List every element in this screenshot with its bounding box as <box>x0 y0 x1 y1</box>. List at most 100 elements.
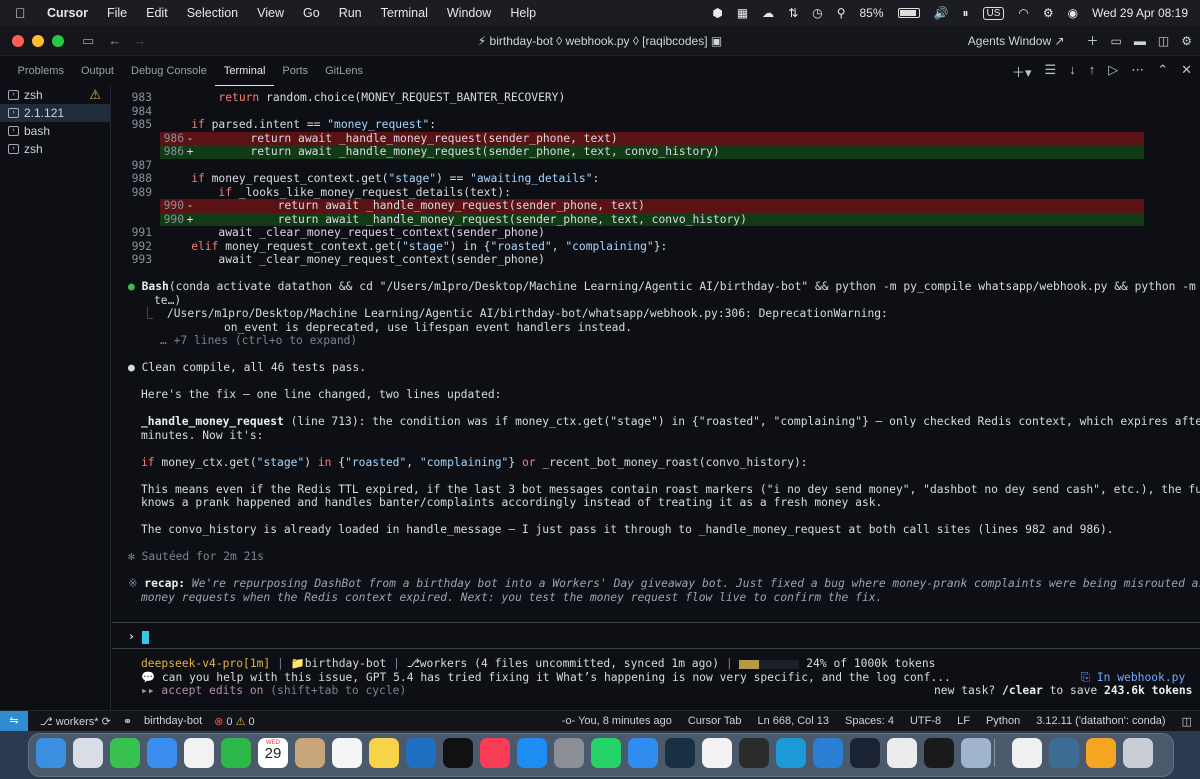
battery-icon[interactable] <box>897 8 920 18</box>
apple-menu-icon[interactable]:  <box>15 5 33 21</box>
pin-icon[interactable]: ⚲ <box>837 6 846 20</box>
siri-icon[interactable]: ◉ <box>1068 6 1078 20</box>
cloud-icon[interactable]: ☁ <box>762 6 774 20</box>
menu-view[interactable]: View <box>257 6 284 20</box>
dock-app-slack-icon[interactable] <box>702 738 732 768</box>
problems-status[interactable]: ⊗ 0 ⚠ 0 <box>214 715 255 728</box>
scroll-down-icon[interactable]: ↓ <box>1069 62 1076 81</box>
close-window-button[interactable] <box>12 34 24 47</box>
volume-icon[interactable]: 🔊 <box>934 6 949 20</box>
session-item[interactable]: › zsh ⚠ <box>0 86 110 104</box>
clock[interactable]: Wed 29 Apr 08:19 <box>1092 6 1188 20</box>
dock-app-notes-icon[interactable] <box>369 738 399 768</box>
dock-app-mail-icon[interactable] <box>147 738 177 768</box>
dock-app-cursor-icon[interactable] <box>739 738 769 768</box>
close-panel-icon[interactable]: ✕ <box>1181 62 1192 81</box>
indentation[interactable]: Spaces: 4 <box>845 715 894 727</box>
menu-file[interactable]: File <box>107 6 127 20</box>
tab-output[interactable]: Output <box>72 56 122 86</box>
session-item[interactable]: › 2.1.121 <box>0 104 110 122</box>
menu-app-name[interactable]: Cursor <box>47 6 88 20</box>
dock-app-tv-icon[interactable] <box>443 738 473 768</box>
dock-app-postgres-icon[interactable] <box>1049 738 1079 768</box>
tab-ports[interactable]: Ports <box>274 56 317 86</box>
new-terminal-plus-icon[interactable]: ＋▾ <box>1012 62 1032 81</box>
session-item[interactable]: › zsh <box>0 140 110 158</box>
line-ending[interactable]: LF <box>957 715 970 727</box>
dock-app-contacts-icon[interactable] <box>295 738 325 768</box>
dock-app-finder-icon[interactable] <box>36 738 66 768</box>
pause-icon[interactable]: ⏸ <box>962 6 968 21</box>
session-item[interactable]: › bash <box>0 122 110 140</box>
menu-window[interactable]: Window <box>447 6 491 20</box>
scroll-up-icon[interactable]: ↑ <box>1089 62 1096 81</box>
menu-terminal[interactable]: Terminal <box>381 6 428 20</box>
remote-icon[interactable]: ⇋ <box>0 710 28 732</box>
terminal-list-icon[interactable]: ☰ <box>1045 62 1057 81</box>
run-icon[interactable]: ▷ <box>1108 62 1118 81</box>
agents-window-button[interactable]: Agents Window ↗ <box>968 34 1065 48</box>
dock-app-notepad-icon[interactable] <box>1012 738 1042 768</box>
dock-app-launchpad-icon[interactable] <box>73 738 103 768</box>
history-icon[interactable]: ◷ <box>812 6 822 20</box>
cursor-tab-status[interactable]: Cursor Tab <box>688 715 742 727</box>
dock-app-calendar-icon[interactable]: WED 29 <box>258 738 288 768</box>
control-center-icon[interactable]: ⚙ <box>1043 6 1054 20</box>
dock-app-reminders-icon[interactable] <box>332 738 362 768</box>
dock-app-storage-icon[interactable] <box>961 738 991 768</box>
terminal-output[interactable]: 983 return random.choice(MONEY_REQUEST_B… <box>112 86 1200 710</box>
back-arrow-icon[interactable]: ← <box>108 33 121 48</box>
accounts-icon[interactable]: ⚭ <box>123 715 132 728</box>
tab-debug-console[interactable]: Debug Console <box>123 56 216 86</box>
menu-edit[interactable]: Edit <box>146 6 168 20</box>
dock-app-facetime-icon[interactable] <box>221 738 251 768</box>
minimize-window-button[interactable] <box>32 34 44 47</box>
git-blame[interactable]: -o- You, 8 minutes ago <box>562 715 672 727</box>
project-status[interactable]: birthday-bot <box>144 715 202 727</box>
menu-selection[interactable]: Selection <box>187 6 238 20</box>
dock-app-trash-icon[interactable] <box>1123 738 1153 768</box>
grid-icon[interactable]: ▦ <box>737 6 748 20</box>
notifications-icon[interactable]: ◫ <box>1182 715 1192 728</box>
sync-icon[interactable]: ⇅ <box>788 6 798 20</box>
toggle-sidebar-icon[interactable]: ▭ <box>82 33 94 49</box>
settings-gear-icon[interactable]: ⚙ <box>1181 34 1192 48</box>
dock-app-stocks-icon[interactable] <box>406 738 436 768</box>
dock-app-system-settings-icon[interactable] <box>554 738 584 768</box>
dock-app-edge-icon[interactable] <box>776 738 806 768</box>
cube-icon[interactable]: ⬢ <box>712 6 722 20</box>
tab-terminal[interactable]: Terminal <box>215 56 274 86</box>
tab-gitlens[interactable]: GitLens <box>317 56 372 86</box>
layout-icon[interactable]: ▭ <box>1111 34 1122 48</box>
menu-go[interactable]: Go <box>303 6 320 20</box>
dock-app-cloud-app-icon[interactable] <box>665 738 695 768</box>
prompt-input[interactable]: › <box>128 630 149 644</box>
dock-app-messages-icon[interactable] <box>110 738 140 768</box>
dock-app-pdf-app-icon[interactable] <box>887 738 917 768</box>
dock-app-whatsapp-icon[interactable] <box>591 738 621 768</box>
split-icon[interactable]: ◫ <box>1158 34 1169 48</box>
language-mode[interactable]: Python <box>986 715 1020 727</box>
dock-app-photos-icon[interactable] <box>184 738 214 768</box>
cursor-position[interactable]: Ln 668, Col 13 <box>757 715 829 727</box>
input-source[interactable]: US <box>982 6 1005 20</box>
wifi-icon[interactable]: ◠ <box>1018 6 1028 20</box>
dock-app-terminal-icon[interactable] <box>924 738 954 768</box>
dock-app-antigravity-icon[interactable] <box>850 738 880 768</box>
encoding[interactable]: UTF-8 <box>910 715 941 727</box>
forward-arrow-icon[interactable]: → <box>133 33 146 48</box>
dock-app-safari-icon[interactable] <box>628 738 658 768</box>
dock-app-music-icon[interactable] <box>480 738 510 768</box>
dock-app-downloads-folder-icon[interactable] <box>1086 738 1116 768</box>
maximize-panel-icon[interactable]: ⌃ <box>1157 62 1168 81</box>
menu-run[interactable]: Run <box>339 6 362 20</box>
branch-status[interactable]: ⎇ workers* ⟳ <box>40 715 111 728</box>
python-interpreter[interactable]: 3.12.11 ('datathon': conda) <box>1036 715 1165 727</box>
dock-app-app-store-icon[interactable] <box>517 738 547 768</box>
accept-edits-line[interactable]: ▸▸ accept edits on (shift+tab to cycle) <box>141 684 406 698</box>
more-icon[interactable]: ⋯ <box>1131 62 1144 81</box>
dock-app-vscode-icon[interactable] <box>813 738 843 768</box>
menu-help[interactable]: Help <box>510 6 536 20</box>
new-plus-icon[interactable]: ＋ <box>1087 32 1099 49</box>
expand-output-hint[interactable]: … +7 lines (ctrl+o to expand) <box>160 334 357 348</box>
